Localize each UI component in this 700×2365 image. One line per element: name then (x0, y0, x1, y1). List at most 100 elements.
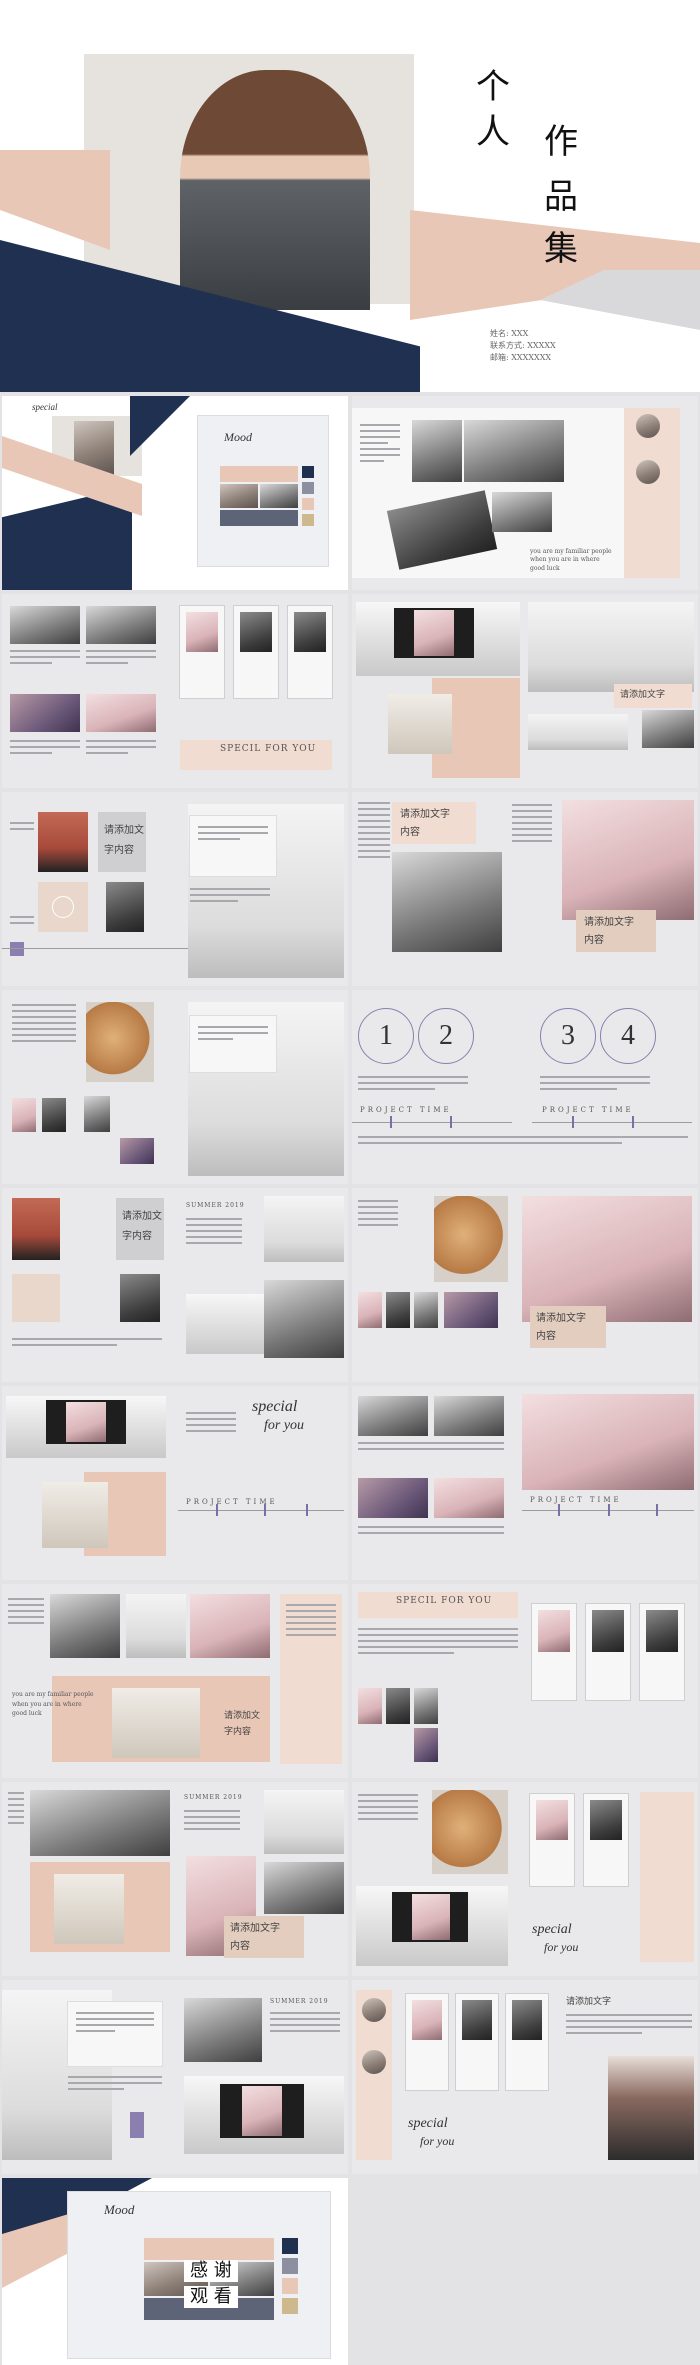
th-swatch-3 (282, 2278, 298, 2294)
cs-card-photo-2 (462, 2000, 492, 2040)
wood-note-text (198, 1026, 268, 1040)
tg-side-text (286, 1604, 336, 1636)
sp-timeline (178, 1510, 344, 1511)
cover-info-name: 姓名: XXX (490, 329, 529, 338)
tagline-line-3: good luck (530, 564, 560, 572)
th-band-1 (144, 2238, 274, 2260)
number-circle-4: 4 (600, 1008, 656, 1064)
tg-photo-2 (126, 1594, 186, 1658)
sc-thumb-2 (386, 1688, 410, 1724)
slide-placeholder: 请添加文字 内容 请添加文字 内容 (352, 792, 698, 986)
g2-card-photo-1 (186, 612, 218, 652)
sp-tick-1 (216, 1504, 218, 1516)
r2-purple (130, 2112, 144, 2138)
cs-avatar-1 (362, 1998, 386, 2022)
tg-line-3: good luck (12, 1710, 42, 1718)
su-photo-1 (30, 1790, 170, 1856)
slide-gallery-3: PROJECT TIME (352, 1386, 698, 1580)
tagline-line-1: you are my familiar people (530, 548, 612, 555)
slide-gallery-2: SPECIL FOR YOU (2, 594, 348, 788)
mini-script: special (32, 402, 58, 412)
th-swatch-4 (282, 2298, 298, 2314)
sc-thumb-1 (358, 1688, 382, 1724)
wm-side (640, 1792, 694, 1962)
g2-photo-1 (10, 606, 80, 644)
mg-photo-1 (38, 812, 88, 872)
su-summer: SUMMER 2019 (184, 1794, 243, 1801)
mood-swatch-slate (220, 510, 298, 526)
cs-card-photo-1 (412, 2000, 442, 2040)
gallery-1-avatar-2 (636, 460, 660, 484)
num-tick-3 (572, 1116, 574, 1128)
interior-screen-photo (414, 610, 454, 656)
wood-thumb-1 (12, 1098, 36, 1132)
wm-card-photo-1 (536, 1800, 568, 1840)
sp-tick-3 (306, 1504, 308, 1516)
mg2-photo-2 (120, 1274, 160, 1322)
mg2-label-2: 字内容 (122, 1231, 152, 1242)
mini-navy-corner (130, 396, 190, 456)
sc-caps: SPECIL FOR YOU (396, 1596, 493, 1606)
sc-card-photo-1 (538, 1610, 570, 1652)
r2-text (68, 2076, 162, 2090)
cs-avatar-2 (362, 2050, 386, 2074)
cover-slide: 个 人 作 品 集 姓名: XXX 联系方式: XXXXX 邮箱: XXXXXX… (0, 0, 700, 392)
tg-photo-3 (190, 1594, 270, 1658)
slide-summer: SUMMER 2019 请添加文字 内容 (2, 1782, 348, 1976)
mg-photo-2 (106, 882, 144, 932)
slide-gallery-1: you are my familiar people when you are … (352, 396, 698, 590)
cs-script-2: for you (420, 2134, 455, 2148)
slide-model-grid: 请添加文 字内容 (2, 792, 348, 986)
ph-box-2-l2: 内容 (584, 935, 604, 946)
th-thanks-2: 观 看 (184, 2286, 238, 2308)
th-swatch-1 (282, 2238, 298, 2254)
gallery-1-text (360, 424, 400, 462)
wood-thumb-2 (42, 1098, 66, 1132)
mg-note-text (198, 826, 268, 840)
sp-bag (42, 1482, 108, 1548)
mood-swatch-peach-sm (302, 498, 314, 510)
cover-info-contact: 联系方式: XXXXX (490, 341, 556, 350)
th-thanks-1: 感 谢 (184, 2260, 238, 2282)
sc-thumb-3 (414, 1688, 438, 1724)
wood-thumb-3 (84, 1096, 110, 1132)
mood-swatch-gold-sm (302, 514, 314, 526)
ph-photo-woman (562, 800, 694, 920)
r2-screen-photo (242, 2086, 282, 2136)
sp-screen-photo (66, 1402, 106, 1442)
wm-wood (432, 1790, 508, 1874)
slide-thanks: Mood 感 谢 观 看 (2, 2178, 348, 2365)
num-text-1 (358, 1076, 468, 1090)
su-text-1 (8, 1792, 24, 1824)
tg-tagline: you are my familiar people when you are … (12, 1690, 94, 1719)
slide-numbers: 1 2 3 4 PROJECT TIME PROJECT TIME (352, 990, 698, 1184)
g2-special-caps: SPECIL FOR YOU (220, 744, 317, 754)
cs-text (566, 2014, 692, 2034)
slide-wood-2: 请添加文字 内容 (352, 1188, 698, 1382)
g2-photo-2 (86, 606, 156, 644)
tg-label-2: 字内容 (224, 1726, 252, 1736)
sp-script-2: for you (264, 1418, 305, 1433)
wm-card-photo-2 (590, 1800, 622, 1840)
num-text-bottom (358, 1136, 688, 1144)
tg-line-1: you are my familiar people (12, 1691, 94, 1698)
num-project-time-1: PROJECT TIME (360, 1106, 452, 1114)
num-tick-4 (632, 1116, 634, 1128)
num-tick-2 (450, 1116, 452, 1128)
number-circle-3: 3 (540, 1008, 596, 1064)
tg-label-1: 请添加文 (224, 1710, 261, 1720)
interior-room-2 (528, 714, 628, 750)
r2-summer: SUMMER 2019 (270, 1998, 329, 2005)
su-box-l2: 内容 (230, 1941, 250, 1952)
interior-photo-2 (642, 710, 694, 748)
mg2-label-1: 请添加文 (122, 1211, 162, 1222)
su-box-l1: 请添加文字 (230, 1923, 280, 1934)
cover-title-char-5: 集 (544, 229, 578, 269)
sc-thumb-4 (414, 1728, 438, 1762)
r2-side-text (270, 2012, 340, 2032)
cs-photo-woman (608, 2056, 694, 2160)
th-swatch-2 (282, 2258, 298, 2274)
g3-tick-3 (656, 1504, 658, 1516)
number-circle-1: 1 (358, 1008, 414, 1064)
mood-label: Mood (224, 430, 252, 444)
